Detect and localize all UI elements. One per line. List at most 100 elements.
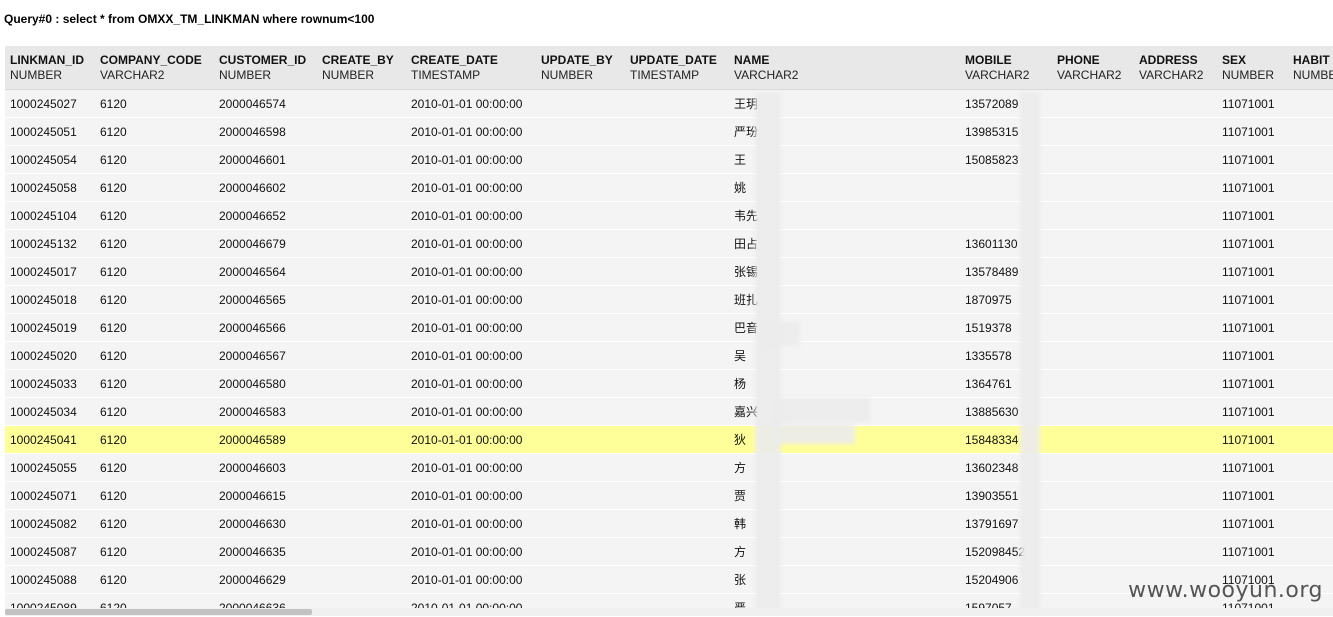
cell-company-code: 6120: [95, 509, 214, 538]
column-header-address[interactable]: ADDRESS VARCHAR2: [1134, 46, 1217, 90]
cell-customer-id: 2000046630: [214, 509, 317, 538]
cell-sex: 11071001: [1217, 509, 1288, 538]
horizontal-scrollbar[interactable]: [5, 608, 1333, 616]
column-header-habit[interactable]: HABIT NUMBE: [1288, 46, 1333, 90]
cell-update-by: [536, 509, 625, 538]
cell-create-by: [317, 145, 406, 174]
cell-create-date: 2010-01-01 00:00:00: [406, 593, 536, 608]
column-header-update-date[interactable]: UPDATE_DATE TIMESTAMP: [625, 46, 729, 90]
cell-update-by: [536, 201, 625, 230]
cell-habit: [1288, 229, 1333, 258]
cell-update-by: [536, 425, 625, 454]
cell-phone: [1052, 509, 1134, 538]
cell-create-by: [317, 593, 406, 608]
cell-company-code: 6120: [95, 201, 214, 230]
cell-habit: [1288, 201, 1333, 230]
cell-address: [1134, 257, 1217, 286]
query-result-page: Query#0 : select * from OMXX_TM_LINKMAN …: [0, 0, 1333, 617]
column-header-sex[interactable]: SEX NUMBER: [1217, 46, 1288, 90]
column-name: UPDATE_BY: [541, 52, 613, 67]
column-header-customer-id[interactable]: CUSTOMER_ID NUMBER: [214, 46, 317, 90]
table-row[interactable]: 1000245020 6120 2000046567 2010-01-01 00:00…: [5, 341, 1333, 370]
cell-address: [1134, 89, 1217, 118]
cell-habit: [1288, 341, 1333, 370]
cell-customer-id: 2000046629: [214, 565, 317, 594]
name-redaction-mask: [755, 92, 781, 612]
cell-linkman-id: 1000245019: [5, 313, 95, 342]
cell-customer-id: 2000046615: [214, 481, 317, 510]
table-row[interactable]: 1000245054 6120 2000046601 2010-01-01 00:00…: [5, 145, 1333, 174]
table-row[interactable]: 1000245058 6120 2000046602 2010-01-01 00:00…: [5, 173, 1333, 202]
cell-habit: [1288, 313, 1333, 342]
cell-habit: [1288, 117, 1333, 146]
cell-address: [1134, 285, 1217, 314]
column-type: TIMESTAMP: [630, 67, 700, 82]
cell-phone: [1052, 313, 1134, 342]
cell-update-by: [536, 481, 625, 510]
cell-linkman-id: 1000245018: [5, 285, 95, 314]
column-type: NUMBER: [322, 67, 375, 82]
column-header-update-by[interactable]: UPDATE_BY NUMBER: [536, 46, 625, 90]
cell-update-date: [625, 145, 729, 174]
cell-update-by: [536, 453, 625, 482]
cell-address: [1134, 425, 1217, 454]
cell-linkman-id: 1000245088: [5, 565, 95, 594]
cell-create-date: 2010-01-01 00:00:00: [406, 89, 536, 118]
cell-company-code: 6120: [95, 117, 214, 146]
table-row[interactable]: 1000245071 6120 2000046615 2010-01-01 00:00…: [5, 481, 1333, 510]
cell-update-by: [536, 397, 625, 426]
result-grid-viewport[interactable]: LINKMAN_ID NUMBER COMPANY_CODE VARCHAR2 CUST…: [5, 46, 1333, 608]
table-row[interactable]: 1000245017 6120 2000046564 2010-01-01 00:00…: [5, 257, 1333, 286]
cell-habit: [1288, 369, 1333, 398]
cell-update-date: [625, 509, 729, 538]
cell-habit: [1288, 481, 1333, 510]
cell-address: [1134, 369, 1217, 398]
column-name: COMPANY_CODE: [100, 52, 202, 67]
column-header-create-by[interactable]: CREATE_BY NUMBER: [317, 46, 406, 90]
cell-update-date: [625, 593, 729, 608]
table-row[interactable]: 1000245034 6120 2000046583 2010-01-01 00:00…: [5, 397, 1333, 426]
table-row[interactable]: 1000245087 6120 2000046635 2010-01-01 00:00…: [5, 537, 1333, 566]
table-row[interactable]: 1000245051 6120 2000046598 2010-01-01 00:00…: [5, 117, 1333, 146]
cell-company-code: 6120: [95, 341, 214, 370]
cell-address: [1134, 341, 1217, 370]
name-redaction-mask-4: [775, 424, 855, 444]
cell-update-date: [625, 537, 729, 566]
table-row[interactable]: 1000245082 6120 2000046630 2010-01-01 00:00…: [5, 509, 1333, 538]
table-row[interactable]: 1000245132 6120 2000046679 2010-01-01 00:00…: [5, 229, 1333, 258]
cell-create-date: 2010-01-01 00:00:00: [406, 201, 536, 230]
table-row[interactable]: 1000245104 6120 2000046652 2010-01-01 00:00…: [5, 201, 1333, 230]
cell-company-code: 6120: [95, 425, 214, 454]
table-row[interactable]: 1000245018 6120 2000046565 2010-01-01 00:00…: [5, 285, 1333, 314]
cell-update-date: [625, 201, 729, 230]
cell-company-code: 6120: [95, 257, 214, 286]
cell-phone: [1052, 201, 1134, 230]
cell-phone: [1052, 117, 1134, 146]
cell-customer-id: 2000046567: [214, 341, 317, 370]
cell-update-by: [536, 257, 625, 286]
column-type: TIMESTAMP: [411, 67, 481, 82]
table-row[interactable]: 1000245055 6120 2000046603 2010-01-01 00:00…: [5, 453, 1333, 482]
cell-habit: [1288, 173, 1333, 202]
column-header-company-code[interactable]: COMPANY_CODE VARCHAR2: [95, 46, 214, 90]
column-header-create-date[interactable]: CREATE_DATE TIMESTAMP: [406, 46, 536, 90]
cell-habit: [1288, 285, 1333, 314]
cell-linkman-id: 1000245132: [5, 229, 95, 258]
column-name: NAME: [734, 52, 770, 67]
cell-sex: 11071001: [1217, 89, 1288, 118]
cell-linkman-id: 1000245082: [5, 509, 95, 538]
table-row[interactable]: 1000245019 6120 2000046566 2010-01-01 00:00…: [5, 313, 1333, 342]
cell-phone: [1052, 173, 1134, 202]
column-name: HABIT: [1293, 52, 1330, 67]
cell-company-code: 6120: [95, 89, 214, 118]
column-header-name[interactable]: NAME VARCHAR2: [729, 46, 960, 90]
column-type: VARCHAR2: [1057, 67, 1122, 82]
table-row[interactable]: 1000245027 6120 2000046574 2010-01-01 00:00…: [5, 89, 1333, 118]
scrollbar-thumb[interactable]: [5, 609, 312, 615]
cell-sex: 11071001: [1217, 481, 1288, 510]
table-row[interactable]: 1000245033 6120 2000046580 2010-01-01 00:00…: [5, 369, 1333, 398]
table-row[interactable]: 1000245041 6120 2000046589 2010-01-01 00:00…: [5, 425, 1333, 454]
column-header-phone[interactable]: PHONE VARCHAR2: [1052, 46, 1134, 90]
column-header-linkman-id[interactable]: LINKMAN_ID NUMBER: [5, 46, 95, 90]
column-header-mobile[interactable]: MOBILE VARCHAR2: [960, 46, 1052, 90]
